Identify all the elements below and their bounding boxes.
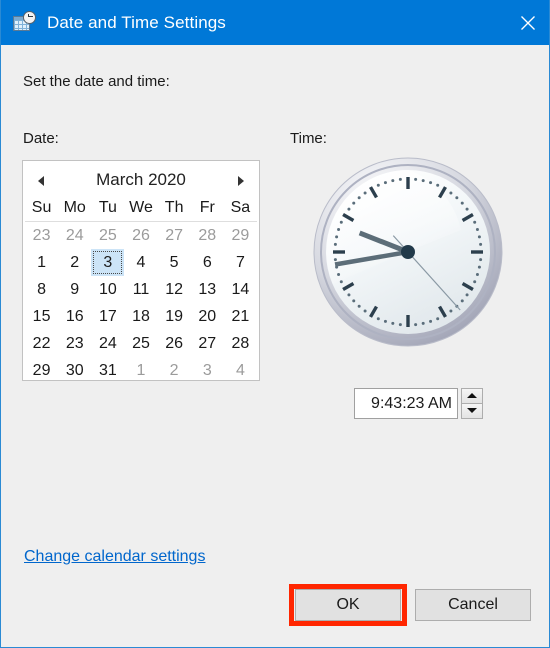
calendar-day-10[interactable]: 10 [91, 276, 124, 303]
calendar-day-26[interactable]: 26 [158, 330, 191, 357]
calendar-day-22[interactable]: 22 [25, 330, 58, 357]
calendar-day-6[interactable]: 6 [191, 249, 224, 276]
ok-button[interactable]: OK [295, 589, 401, 621]
close-icon[interactable] [505, 0, 549, 45]
calendar-clock-icon [13, 10, 36, 34]
calendar-weekday-tu: Tu [91, 195, 125, 222]
calendar-weekday-we: We [124, 195, 158, 222]
calendar-week-row: 15 16 17 18 19 20 21 [25, 303, 257, 330]
calendar-week-row: 22 23 24 25 26 27 28 [25, 330, 257, 357]
calendar-day-1[interactable]: 1 [25, 249, 58, 276]
calendar-day-1[interactable]: 1 [124, 357, 157, 384]
time-spinner-up-icon[interactable] [461, 388, 483, 404]
calendar-prev-month-icon[interactable] [33, 173, 49, 189]
calendar-day-15[interactable]: 15 [25, 303, 58, 330]
calendar-grid: Su Mo Tu We Th Fr Sa 23 24 25 26 27 28 29 1 2 3 4 5 6 7 8 9 10… [25, 195, 257, 384]
calendar-day-selected[interactable]: 3 [91, 249, 125, 276]
time-spinner [461, 388, 483, 419]
calendar-week-row: 1234567 [25, 249, 257, 276]
calendar-day-8[interactable]: 8 [25, 276, 58, 303]
calendar-day-24[interactable]: 24 [91, 330, 124, 357]
time-spinner-down-icon[interactable] [461, 403, 483, 419]
calendar-day-28[interactable]: 28 [224, 330, 257, 357]
calendar-weekday-mo: Mo [58, 195, 92, 222]
time-input[interactable] [354, 388, 458, 419]
calendar-day-20[interactable]: 20 [191, 303, 224, 330]
calendar-week-row: 23 24 25 26 27 28 29 [25, 222, 257, 250]
calendar-weekday-th: Th [157, 195, 191, 222]
calendar-day-29[interactable]: 29 [25, 357, 58, 384]
calendar-month-year[interactable]: March 2020 [96, 170, 186, 190]
calendar-day-2[interactable]: 2 [158, 357, 191, 384]
time-label: Time: [290, 130, 327, 147]
calendar-day-21[interactable]: 21 [224, 303, 257, 330]
change-calendar-settings-link[interactable]: Change calendar settings [24, 548, 205, 566]
calendar-day-12[interactable]: 12 [158, 276, 191, 303]
calendar-day-26[interactable]: 26 [124, 222, 157, 250]
calendar-day-28[interactable]: 28 [191, 222, 224, 250]
calendar-day-2[interactable]: 2 [58, 249, 91, 276]
calendar-day-3[interactable]: 3 [191, 357, 224, 384]
date-and-time-settings-dialog: Date and Time Settings Set the date and … [0, 0, 550, 648]
calendar-day-13[interactable]: 13 [191, 276, 224, 303]
calendar-day-16[interactable]: 16 [58, 303, 91, 330]
calendar-day-24[interactable]: 24 [58, 222, 91, 250]
calendar-day-23[interactable]: 23 [58, 330, 91, 357]
calendar-control[interactable]: March 2020 Su Mo Tu We Th Fr Sa 23 24 25 26 27 28 29… [22, 160, 260, 381]
calendar-day-5[interactable]: 5 [158, 249, 191, 276]
time-field-group [354, 388, 483, 419]
calendar-weekday-su: Su [25, 195, 59, 222]
cancel-button[interactable]: Cancel [415, 589, 531, 621]
calendar-day-4[interactable]: 4 [224, 357, 257, 384]
calendar-weekday-row: Su Mo Tu We Th Fr Sa [25, 195, 257, 222]
calendar-week-row: 29 30 31 1 2 3 4 [25, 357, 257, 384]
date-label: Date: [23, 130, 59, 147]
calendar-day-17[interactable]: 17 [91, 303, 124, 330]
title-bar: Date and Time Settings [1, 0, 549, 45]
calendar-next-month-icon[interactable] [233, 173, 249, 189]
window-title: Date and Time Settings [47, 12, 226, 32]
calendar-day-11[interactable]: 11 [124, 276, 157, 303]
calendar-day-30[interactable]: 30 [58, 357, 91, 384]
calendar-day-29[interactable]: 29 [224, 222, 257, 250]
calendar-day-rows: 23 24 25 26 27 28 29 1 2 3 4 5 6 7 8 9 10 11 12 13 14 15 16 17 1… [25, 222, 257, 385]
calendar-day-9[interactable]: 9 [58, 276, 91, 303]
calendar-weekday-fr: Fr [190, 195, 224, 222]
instruction-text: Set the date and time: [23, 73, 170, 90]
calendar-day-27[interactable]: 27 [158, 222, 191, 250]
calendar-weekday-sa: Sa [223, 195, 257, 222]
calendar-day-25[interactable]: 25 [124, 330, 157, 357]
calendar-week-row: 8 9 10 11 12 13 14 [25, 276, 257, 303]
calendar-header: March 2020 [23, 165, 259, 195]
calendar-day-23[interactable]: 23 [25, 222, 58, 250]
calendar-day-7[interactable]: 7 [224, 249, 257, 276]
calendar-day-25[interactable]: 25 [91, 222, 124, 250]
calendar-day-4[interactable]: 4 [124, 249, 157, 276]
calendar-day-14[interactable]: 14 [224, 276, 257, 303]
calendar-day-27[interactable]: 27 [191, 330, 224, 357]
calendar-day-19[interactable]: 19 [158, 303, 191, 330]
analog-clock [311, 154, 505, 350]
calendar-day-31[interactable]: 31 [91, 357, 124, 384]
calendar-day-18[interactable]: 18 [124, 303, 157, 330]
